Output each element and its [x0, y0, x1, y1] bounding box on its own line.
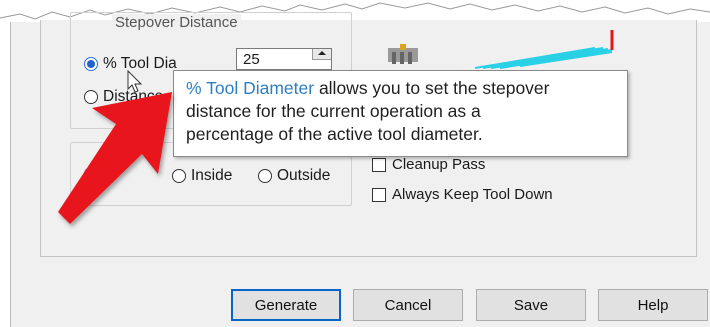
stepover-group-legend: Stepover Distance	[112, 14, 241, 31]
stepover-value-spinner[interactable]: 25	[236, 48, 332, 70]
annotation-arrow-icon	[58, 92, 172, 224]
tooltip-line-2: distance for the current operation as a	[186, 101, 481, 121]
stepover-value[interactable]: 25	[243, 51, 260, 68]
cancel-button[interactable]: Cancel	[353, 289, 463, 321]
toolpath-preview-image	[388, 30, 614, 69]
tooltip-line-3: percentage of the active tool diameter.	[186, 124, 483, 144]
tooltip-line-1: % Tool Diameter allows you to set the st…	[186, 77, 617, 100]
always-keep-tool-down-checkbox[interactable]: Always Keep Tool Down	[372, 186, 553, 203]
checkbox-icon	[372, 187, 386, 202]
radio-outside-label: Outside	[277, 167, 331, 184]
radio-checked-icon	[84, 57, 98, 71]
toolpath-lines	[474, 47, 613, 69]
cleanup-pass-label: Cleanup Pass	[392, 156, 486, 173]
radio-outside[interactable]: Outside	[258, 167, 330, 185]
radio-unchecked-icon	[258, 169, 272, 183]
tooltip-text-1: allows you to set the stepover	[314, 78, 550, 98]
spin-up-icon[interactable]	[312, 49, 331, 60]
always-keep-tool-down-label: Always Keep Tool Down	[392, 186, 553, 203]
checkbox-icon	[372, 157, 386, 172]
save-button[interactable]: Save	[476, 289, 586, 321]
generate-button[interactable]: Generate	[231, 289, 341, 321]
mouse-cursor-icon	[127, 70, 143, 93]
tooltip-tool-diameter: % Tool Diameter allows you to set the st…	[173, 70, 628, 157]
cleanup-pass-checkbox[interactable]: Cleanup Pass	[372, 156, 485, 173]
help-button[interactable]: Help	[598, 289, 708, 321]
stepover-legend-text: Stepover Distance	[115, 14, 238, 31]
tool-icon	[388, 44, 418, 64]
